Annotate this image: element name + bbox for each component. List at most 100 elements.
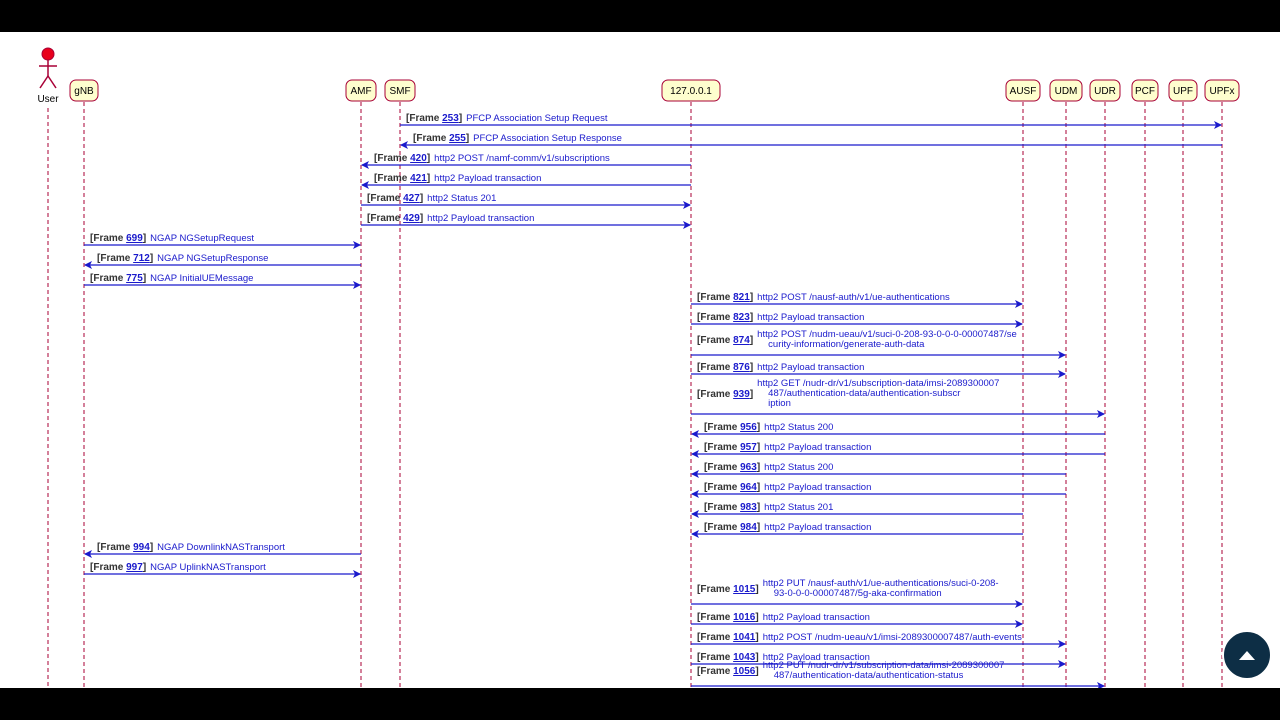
message-text-line: 487/authentication-data/authentication-s… bbox=[774, 670, 964, 681]
message-997: [Frame 997] NGAP UplinkNASTransport bbox=[84, 562, 361, 578]
frame-number-link[interactable]: 1015 bbox=[733, 584, 756, 595]
message-823: [Frame 823] http2 Payload transaction bbox=[691, 312, 1023, 328]
frame-label: [Frame 429] bbox=[367, 213, 423, 224]
frame-number-link[interactable]: 1016 bbox=[733, 612, 756, 623]
frame-number-link[interactable]: 997 bbox=[126, 562, 143, 573]
participant-ausf: AUSF bbox=[1005, 79, 1041, 102]
message-text: http2 Payload transaction bbox=[764, 482, 871, 493]
message-text-line: 93-0-0-0-00007487/5g-aka-confirmation bbox=[774, 588, 942, 599]
frame-label: [Frame 963] bbox=[704, 462, 760, 473]
frame-number-link[interactable]: 876 bbox=[733, 362, 750, 373]
frame-number-link[interactable]: 420 bbox=[410, 153, 427, 164]
participant-udr: UDR bbox=[1089, 79, 1121, 102]
frame-label: [Frame 939] bbox=[697, 389, 753, 400]
frame-label: [Frame 253] bbox=[406, 113, 462, 124]
frame-number-link[interactable]: 823 bbox=[733, 312, 750, 323]
participant-label: AMF bbox=[350, 86, 371, 97]
frame-label: [Frame 255] bbox=[413, 133, 469, 144]
frame-label: [Frame 997] bbox=[90, 562, 146, 573]
message-text-line: curity-information/generate-auth-data bbox=[768, 339, 925, 350]
message-text: http2 Payload transaction bbox=[757, 312, 864, 323]
message-text: http2 Status 200 bbox=[764, 422, 833, 433]
frame-number-link[interactable]: 957 bbox=[740, 442, 757, 453]
participant-upfx: UPFx bbox=[1204, 79, 1240, 102]
message-text: http2 Payload transaction bbox=[764, 522, 871, 533]
participant-label: UDR bbox=[1094, 86, 1116, 97]
message-text-line: 487/authentication-data/authentication-s… bbox=[768, 388, 960, 399]
frame-number-link[interactable]: 983 bbox=[740, 502, 757, 513]
frame-number-link[interactable]: 994 bbox=[133, 542, 150, 553]
message-text: NGAP NGSetupResponse bbox=[157, 253, 268, 264]
participant-upf: UPF bbox=[1168, 79, 1198, 102]
message-983: [Frame 983] http2 Status 201 bbox=[691, 502, 1023, 518]
frame-number-link[interactable]: 775 bbox=[126, 273, 143, 284]
frame-number-link[interactable]: 712 bbox=[133, 253, 150, 264]
frame-label: [Frame 421] bbox=[374, 173, 430, 184]
participant-label: SMF bbox=[389, 86, 410, 97]
frame-number-link[interactable]: 429 bbox=[403, 213, 420, 224]
frame-number-link[interactable]: 253 bbox=[442, 113, 459, 124]
message-text-line: iption bbox=[768, 398, 791, 409]
sequence-diagram: User gNB AMF SMF 127.0.0.1 AUSF UDM UDR PCF UPF U… bbox=[37, 47, 1240, 688]
message-939: [Frame 939]http2 GET /nudr-dr/v1/subscri… bbox=[691, 378, 1105, 418]
message-text: http2 Payload transaction bbox=[757, 362, 864, 373]
message-964: [Frame 964] http2 Payload transaction bbox=[691, 482, 1066, 498]
participant-amf: AMF bbox=[345, 79, 377, 102]
frame-number-link[interactable]: 964 bbox=[740, 482, 757, 493]
frame-label: [Frame 821] bbox=[697, 292, 753, 303]
scroll-to-top-button[interactable] bbox=[1222, 630, 1272, 680]
message-1015: [Frame 1015]http2 PUT /nausf-auth/v1/ue-… bbox=[691, 578, 1023, 608]
participant-label: UDM bbox=[1055, 86, 1078, 97]
message-956: [Frame 956] http2 Status 200 bbox=[691, 422, 1105, 438]
message-text: http2 Status 201 bbox=[764, 502, 833, 513]
message-text: NGAP NGSetupRequest bbox=[150, 233, 254, 244]
frame-label: [Frame 1015] bbox=[697, 584, 759, 595]
message-text: NGAP InitialUEMessage bbox=[150, 273, 253, 284]
participant-smf: SMF bbox=[384, 79, 416, 102]
message-text: http2 Payload transaction bbox=[763, 612, 870, 623]
message-text: NGAP DownlinkNASTransport bbox=[157, 542, 285, 553]
frame-number-link[interactable]: 939 bbox=[733, 389, 750, 400]
participant-label: gNB bbox=[74, 86, 94, 97]
message-420: [Frame 420] http2 POST /namf-comm/v1/subs… bbox=[361, 153, 691, 169]
participant-label: UPFx bbox=[1210, 86, 1235, 97]
frame-label: [Frame 956] bbox=[704, 422, 760, 433]
message-1041: [Frame 1041] http2 POST /nudm-ueau/v1/ims… bbox=[691, 632, 1066, 648]
frame-number-link[interactable]: 984 bbox=[740, 522, 757, 533]
message-text: http2 POST /namf-comm/v1/subscriptions bbox=[434, 153, 610, 164]
frame-number-link[interactable]: 255 bbox=[449, 133, 466, 144]
message-775: [Frame 775] NGAP InitialUEMessage bbox=[84, 273, 361, 289]
message-text: http2 Status 200 bbox=[764, 462, 833, 473]
frame-number-link[interactable]: 1041 bbox=[733, 632, 756, 643]
message-712: [Frame 712] NGAP NGSetupResponse bbox=[84, 253, 361, 269]
message-821: [Frame 821] http2 POST /nausf-auth/v1/ue-… bbox=[691, 292, 1023, 308]
frame-label: [Frame 964] bbox=[704, 482, 760, 493]
message-1016: [Frame 1016] http2 Payload transaction bbox=[691, 612, 1023, 628]
frame-number-link[interactable]: 421 bbox=[410, 173, 427, 184]
message-text: http2 Status 201 bbox=[427, 193, 496, 204]
participant-label: UPF bbox=[1173, 86, 1193, 97]
frame-number-link[interactable]: 963 bbox=[740, 462, 757, 473]
frame-number-link[interactable]: 1056 bbox=[733, 666, 756, 677]
frame-label: [Frame 876] bbox=[697, 362, 753, 373]
frame-label: [Frame 874] bbox=[697, 335, 753, 346]
frame-label: [Frame 775] bbox=[90, 273, 146, 284]
message-text: http2 Payload transaction bbox=[434, 173, 541, 184]
arrow-up-icon bbox=[1239, 650, 1255, 660]
frame-number-link[interactable]: 874 bbox=[733, 335, 750, 346]
frame-label: [Frame 699] bbox=[90, 233, 146, 244]
frame-label: [Frame 983] bbox=[704, 502, 760, 513]
frame-label: [Frame 984] bbox=[704, 522, 760, 533]
frame-number-link[interactable]: 427 bbox=[403, 193, 420, 204]
participant-label: AUSF bbox=[1010, 86, 1037, 97]
message-text: PFCP Association Setup Request bbox=[466, 113, 608, 124]
message-699: [Frame 699] NGAP NGSetupRequest bbox=[84, 233, 361, 249]
frame-number-link[interactable]: 956 bbox=[740, 422, 757, 433]
frame-number-link[interactable]: 821 bbox=[733, 292, 750, 303]
participant-udm: UDM bbox=[1049, 79, 1083, 102]
frame-number-link[interactable]: 699 bbox=[126, 233, 143, 244]
participant-gnb: gNB bbox=[69, 79, 99, 102]
frame-number-link[interactable]: 1043 bbox=[733, 652, 756, 663]
participant-label: PCF bbox=[1135, 86, 1155, 97]
message-253: [Frame 253] PFCP Association Setup Reques… bbox=[400, 113, 1222, 129]
